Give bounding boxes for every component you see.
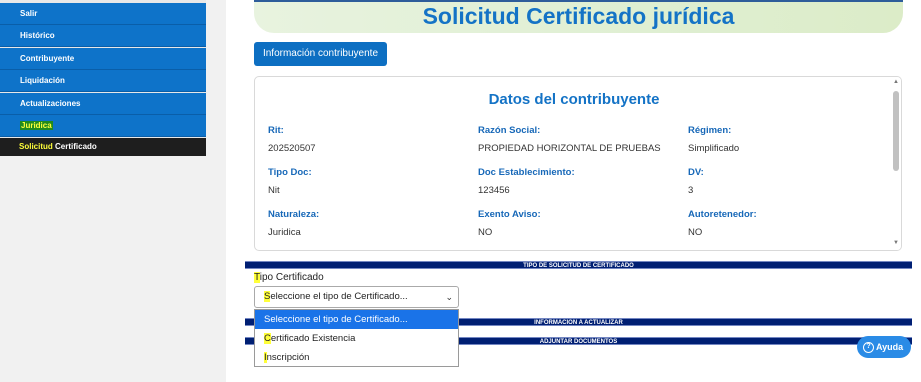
tipo-doc-label: Tipo Doc: bbox=[268, 167, 312, 178]
razon-social-label: Razón Social: bbox=[478, 125, 541, 136]
exento-aviso-label: Exento Aviso: bbox=[478, 209, 541, 220]
help-label: Ayuda bbox=[876, 342, 904, 352]
scroll-down-icon[interactable]: ▼ bbox=[893, 240, 899, 246]
regimen-label: Régimen: bbox=[688, 125, 732, 136]
scroll-up-icon[interactable]: ▲ bbox=[893, 79, 899, 85]
help-button[interactable]: ? Ayuda bbox=[857, 336, 911, 358]
option-inscripcion-label: nscripción bbox=[266, 352, 310, 363]
sidebar-item-liquidacion[interactable]: Liquidación bbox=[0, 70, 206, 92]
chevron-down-icon: ⌄ bbox=[445, 292, 453, 302]
taxpayer-card-title: Datos del contribuyente bbox=[488, 91, 660, 108]
rit-label: Rit: bbox=[268, 125, 284, 136]
sidebar-item-salir[interactable]: Salir bbox=[0, 3, 206, 25]
option-seleccione[interactable]: Seleccione el tipo de Certificado... bbox=[255, 310, 458, 329]
help-icon: ? bbox=[863, 342, 874, 354]
info-contribuyente-button[interactable]: Información contribuyente bbox=[254, 42, 387, 66]
doc-establecimiento-value: 123456 bbox=[478, 185, 510, 196]
tipo-certificado-label: Tipo Certificado bbox=[254, 272, 324, 283]
sidebar-item-juridica-label: Juridica bbox=[20, 121, 53, 130]
doc-establecimiento-label: Doc Establecimiento: bbox=[478, 167, 575, 178]
tipo-certificado-dropdown: Seleccione el tipo de Certificado... Cer… bbox=[254, 309, 459, 367]
option-existencia-label: ertificado Existencia bbox=[270, 333, 356, 344]
sidebar-item-juridica[interactable]: Juridica bbox=[0, 115, 206, 137]
tipo-doc-value: Nit bbox=[268, 185, 280, 196]
naturaleza-value: Juridica bbox=[268, 227, 301, 238]
scroll-thumb[interactable] bbox=[893, 91, 899, 171]
sidebar-item-contribuyente[interactable]: Contribuyente bbox=[0, 48, 206, 70]
card-scrollbar[interactable]: ▲ ▼ bbox=[891, 77, 901, 250]
dv-label: DV: bbox=[688, 167, 704, 178]
exento-aviso-value: NO bbox=[478, 227, 493, 238]
regimen-value: Simplificado bbox=[688, 143, 740, 154]
section-tipo-solicitud: TIPO DE SOLICITUD DE CERTIFICADO bbox=[245, 261, 912, 269]
razon-social-value: PROPIEDAD HORIZONTAL DE PRUEBAS bbox=[478, 143, 661, 154]
naturaleza-label: Naturaleza: bbox=[268, 209, 320, 220]
option-seleccione-label: Seleccione el tipo de Certificado... bbox=[264, 314, 408, 325]
autoretenedor-label: Autoretenedor: bbox=[688, 209, 757, 220]
sidebar-subitem-solicitud-certificado[interactable]: Solicitud Certificado bbox=[0, 138, 206, 156]
select-value: eleccione el tipo de Certificado... bbox=[270, 291, 408, 302]
option-inscripcion[interactable]: Inscripción bbox=[255, 348, 458, 367]
taxpayer-card: Datos del contribuyente Rit: 202520507 R… bbox=[254, 76, 902, 251]
sidebar-subitem-prefix: Solicitud bbox=[19, 142, 53, 151]
tipo-label-rest: ipo Certificado bbox=[259, 272, 324, 283]
tipo-certificado-select[interactable]: Seleccione el tipo de Certificado... ⌄ bbox=[254, 286, 459, 308]
sidebar-item-historico[interactable]: Histórico bbox=[0, 25, 206, 47]
option-existencia-accesskey: C bbox=[264, 333, 271, 344]
rit-value: 202520507 bbox=[268, 143, 316, 154]
option-certificado-existencia[interactable]: Certificado Existencia bbox=[255, 329, 458, 348]
autoretenedor-value: NO bbox=[688, 227, 703, 238]
sidebar-item-actualizaciones[interactable]: Actualizaciones bbox=[0, 93, 206, 115]
sidebar: Salir Histórico Contribuyente Liquidació… bbox=[0, 0, 206, 156]
sidebar-subitem-rest: Certificado bbox=[52, 142, 97, 151]
dv-value: 3 bbox=[688, 185, 694, 196]
page-title: Solicitud Certificado jurídica bbox=[422, 3, 735, 29]
